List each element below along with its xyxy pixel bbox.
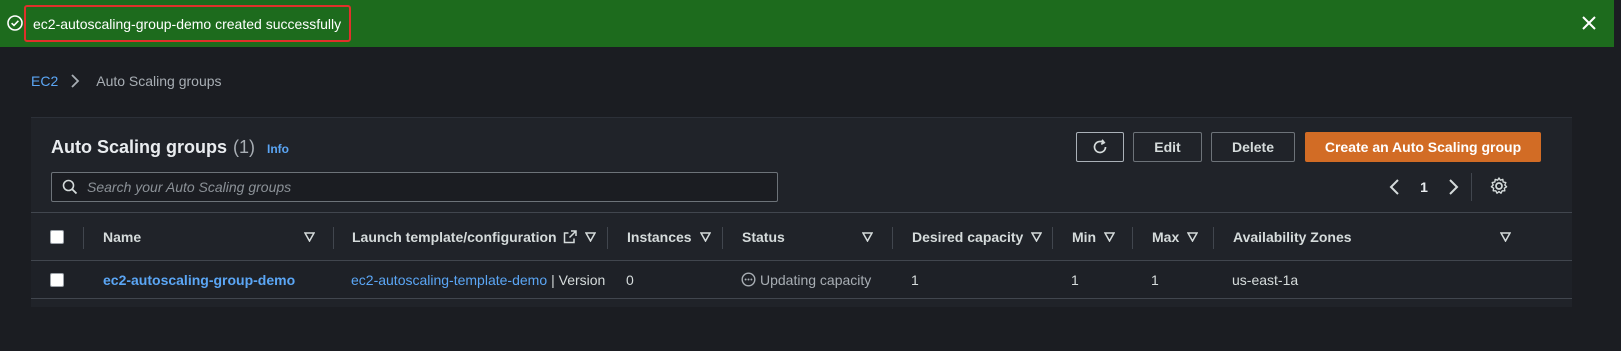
pagination: 1 bbox=[1385, 172, 1463, 202]
column-divider bbox=[892, 227, 893, 249]
breadcrumb-current: Auto Scaling groups bbox=[96, 73, 222, 89]
sort-caret-icon bbox=[862, 231, 873, 242]
col-header-label: Min bbox=[1072, 228, 1097, 245]
divider bbox=[1471, 173, 1472, 201]
cell-name: ec2-autoscaling-group-demo bbox=[103, 261, 295, 298]
col-header-status[interactable]: Status bbox=[742, 213, 873, 260]
col-header-label: Desired capacity bbox=[912, 228, 1024, 245]
success-check-icon bbox=[7, 15, 23, 31]
status-text: Updating capacity bbox=[760, 271, 872, 288]
col-header-instances[interactable]: Instances bbox=[627, 213, 711, 260]
refresh-button[interactable] bbox=[1076, 132, 1124, 162]
sort-caret-icon bbox=[699, 231, 711, 242]
column-divider bbox=[722, 227, 723, 249]
table-row[interactable]: ec2-autoscaling-group-demo ec2-autoscali… bbox=[31, 261, 1572, 299]
asg-name-link[interactable]: ec2-autoscaling-group-demo bbox=[103, 272, 295, 288]
launch-template-version: | Version bbox=[551, 271, 606, 288]
external-link-icon bbox=[563, 229, 577, 243]
page-title: Auto Scaling groups bbox=[51, 137, 228, 157]
search-box bbox=[51, 172, 778, 202]
launch-template-link[interactable]: ec2-autoscaling-template-demo bbox=[351, 272, 547, 288]
breadcrumb: EC2 Auto Scaling groups bbox=[31, 73, 222, 89]
col-header-label: Max bbox=[1152, 228, 1180, 245]
search-icon bbox=[62, 179, 78, 195]
col-header-label: Instances bbox=[627, 228, 692, 245]
cell-min: 1 bbox=[1071, 271, 1079, 288]
asg-panel: Auto Scaling groups (1) Info Edit Delete… bbox=[31, 117, 1572, 307]
item-count: (1) bbox=[233, 137, 256, 157]
delete-button[interactable]: Delete bbox=[1211, 132, 1295, 162]
chevron-right-icon bbox=[71, 74, 80, 88]
col-header-label: Launch template/configuration bbox=[352, 228, 557, 245]
cell-desired-capacity: 1 bbox=[911, 271, 919, 288]
select-all-checkbox[interactable] bbox=[50, 229, 64, 244]
column-divider bbox=[1132, 227, 1133, 249]
row-checkbox[interactable] bbox=[50, 272, 64, 287]
chevron-right-icon[interactable] bbox=[1443, 177, 1463, 197]
edit-button[interactable]: Edit bbox=[1133, 132, 1202, 162]
sort-caret-icon bbox=[584, 231, 596, 242]
panel-header: Auto Scaling groups (1) Info bbox=[51, 137, 289, 158]
chevron-left-icon[interactable] bbox=[1385, 177, 1405, 197]
search-input[interactable] bbox=[87, 179, 777, 195]
sort-caret-icon bbox=[304, 231, 315, 242]
col-header-availability-zones[interactable]: Availability Zones bbox=[1233, 213, 1511, 260]
in-progress-icon bbox=[741, 272, 756, 287]
col-header-launch-template[interactable]: Launch template/configuration bbox=[352, 213, 596, 260]
breadcrumb-ec2-link[interactable]: EC2 bbox=[31, 73, 58, 89]
page-number[interactable]: 1 bbox=[1405, 179, 1443, 195]
col-header-desired-capacity[interactable]: Desired capacity bbox=[912, 213, 1043, 260]
cell-max: 1 bbox=[1151, 271, 1159, 288]
scrollbar-track bbox=[1614, 0, 1621, 351]
refresh-icon bbox=[1093, 139, 1107, 154]
cell-status: Updating capacity bbox=[741, 261, 871, 298]
sort-caret-icon bbox=[1031, 231, 1043, 242]
flash-message: ec2-autoscaling-group-demo created succe… bbox=[24, 5, 352, 42]
flash-banner: ec2-autoscaling-group-demo created succe… bbox=[0, 0, 1614, 47]
column-divider bbox=[333, 227, 334, 249]
create-asg-button[interactable]: Create an Auto Scaling group bbox=[1305, 132, 1541, 162]
col-header-label: Status bbox=[742, 228, 785, 245]
column-divider bbox=[1052, 227, 1053, 249]
gear-icon[interactable] bbox=[1489, 176, 1509, 196]
cell-instances: 0 bbox=[626, 271, 634, 288]
col-header-min[interactable]: Min bbox=[1072, 213, 1116, 260]
col-header-label: Availability Zones bbox=[1233, 228, 1352, 245]
cell-launch-template: ec2-autoscaling-template-demo | Version bbox=[351, 261, 605, 298]
cell-availability-zones: us-east-1a bbox=[1232, 271, 1299, 288]
info-link[interactable]: Info bbox=[267, 142, 289, 156]
column-divider bbox=[83, 227, 84, 249]
column-divider bbox=[607, 227, 608, 249]
sort-caret-icon bbox=[1500, 231, 1511, 242]
column-divider bbox=[1213, 227, 1214, 249]
sort-caret-icon bbox=[1187, 231, 1199, 242]
close-icon[interactable] bbox=[1579, 13, 1599, 33]
sort-caret-icon bbox=[1104, 231, 1116, 242]
table-header: Name Launch template/configuration Insta… bbox=[31, 212, 1572, 261]
col-header-name[interactable]: Name bbox=[103, 213, 315, 260]
col-header-max[interactable]: Max bbox=[1152, 213, 1199, 260]
col-header-label: Name bbox=[103, 228, 142, 245]
